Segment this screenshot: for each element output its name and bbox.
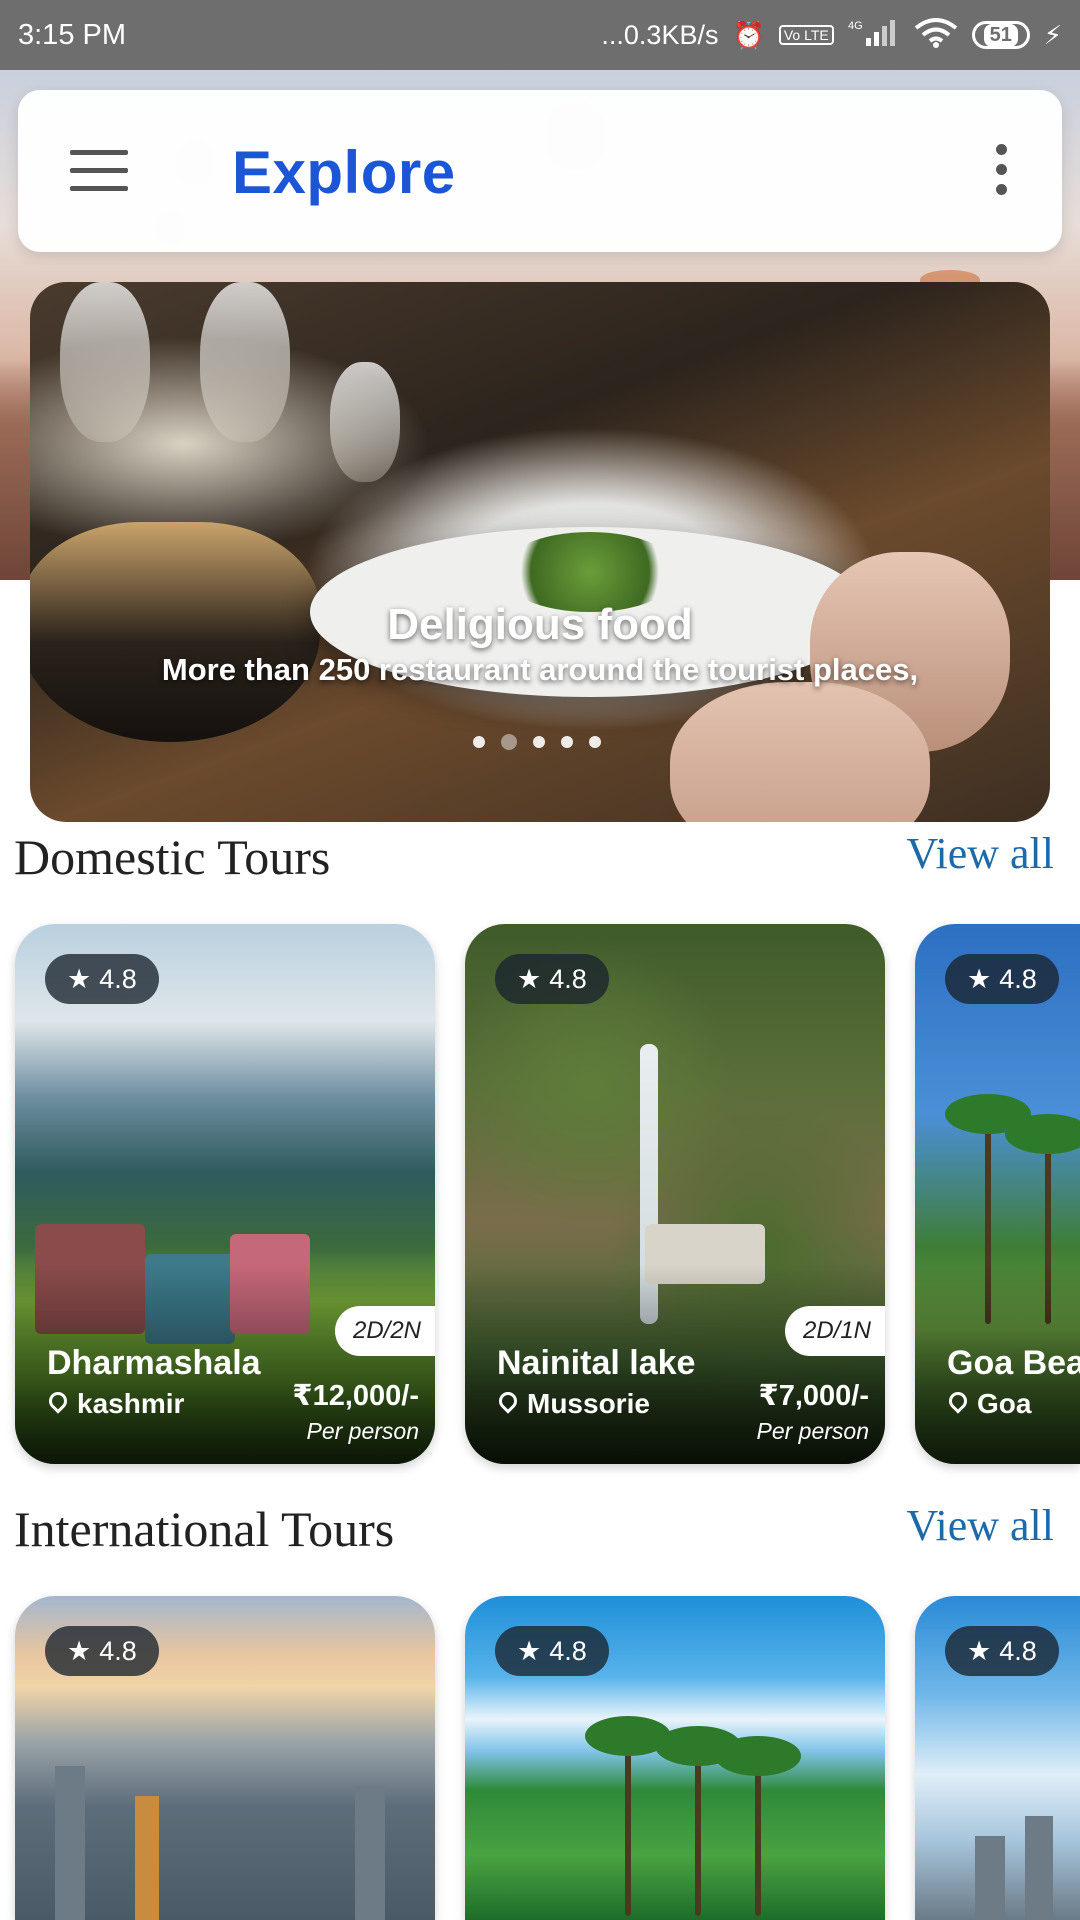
tour-card-goa[interactable]: ★ 4.8 Goa Bea Goa <box>915 924 1080 1464</box>
banner-subtitle: More than 250 restaurant around the tour… <box>161 652 919 687</box>
tour-name: Goa Bea <box>947 1344 1080 1382</box>
volte-icon: Vo LTE <box>778 25 834 45</box>
rating-badge: ★ 4.8 <box>945 954 1059 1004</box>
status-bar: 3:15 PM ...0.3KB/s ⏰ Vo LTE 4G 51 ⚡ <box>0 0 1080 70</box>
building-image <box>975 1836 1005 1920</box>
tour-card-international-1[interactable]: ★ 4.8 <box>15 1596 435 1920</box>
duration-badge: 2D/2N <box>334 1306 435 1356</box>
building-image <box>1025 1816 1053 1920</box>
tour-card-nainital[interactable]: ★ 4.8 2D/1N Nainital lake Mussorie ₹7,000… <box>465 924 885 1464</box>
wine-glass-image <box>60 282 150 442</box>
location-pin-icon <box>495 1388 521 1414</box>
water-glass-image <box>330 362 400 482</box>
alarm-icon: ⏰ <box>732 20 765 50</box>
location-pin-icon <box>945 1388 971 1414</box>
tour-price: ₹12,000/- <box>292 1380 419 1412</box>
banner-title: Deligious food <box>387 600 693 649</box>
tour-price: ₹7,000/- <box>758 1380 869 1412</box>
rating-badge: ★ 4.8 <box>45 1626 159 1676</box>
domestic-tours-title: Domestic Tours <box>14 829 331 885</box>
carousel-dot[interactable] <box>589 736 601 748</box>
star-icon: ★ <box>967 963 992 994</box>
tour-name: Dharmashala <box>47 1344 261 1382</box>
rating-badge: ★ 4.8 <box>45 954 159 1004</box>
palm-tree-image <box>715 1736 801 1916</box>
tour-location: Mussorie <box>495 1388 650 1420</box>
network-type: 4G <box>848 20 863 32</box>
menu-icon[interactable] <box>70 150 128 192</box>
hero-banner[interactable]: Deligious food More than 250 restaurant … <box>30 282 1050 822</box>
domestic-view-all-link[interactable]: View all <box>906 828 1054 879</box>
duration-badge: 2D/1N <box>784 1306 885 1356</box>
carousel-dot[interactable] <box>473 736 485 748</box>
carousel-indicator <box>473 734 601 750</box>
tour-location: Goa <box>945 1388 1031 1420</box>
location-pin-icon <box>45 1388 71 1414</box>
price-unit: Per person <box>756 1418 869 1444</box>
network-speed: ...0.3KB/s <box>601 19 719 50</box>
star-icon: ★ <box>967 1635 992 1666</box>
battery-icon: 51 <box>971 21 1030 49</box>
tour-name: Nainital lake <box>497 1344 696 1382</box>
carousel-dot[interactable] <box>533 736 545 748</box>
international-view-all-link[interactable]: View all <box>906 1500 1054 1551</box>
star-icon: ★ <box>517 963 542 994</box>
star-icon: ★ <box>67 1635 92 1666</box>
charging-icon: ⚡ <box>1043 20 1062 50</box>
wifi-icon <box>914 18 958 52</box>
more-options-icon[interactable] <box>996 144 1010 198</box>
palm-tree-image <box>655 1726 741 1916</box>
tour-card-international-2[interactable]: ★ 4.8 <box>465 1596 885 1920</box>
building-image <box>355 1786 385 1920</box>
carousel-dot-active[interactable] <box>501 734 517 750</box>
wine-glass-image <box>200 282 290 442</box>
app-bar: Explore <box>18 90 1062 252</box>
rating-badge: ★ 4.8 <box>945 1626 1059 1676</box>
palm-tree-image <box>585 1716 671 1916</box>
hand-image <box>670 682 930 822</box>
star-icon: ★ <box>67 963 92 994</box>
tour-card-dharmashala[interactable]: ★ 4.8 2D/2N Dharmashala kashmir ₹12,000/-… <box>15 924 435 1464</box>
page-title: Explore <box>232 139 456 206</box>
building-image <box>135 1796 159 1920</box>
tour-location: kashmir <box>45 1388 184 1420</box>
star-icon: ★ <box>517 1635 542 1666</box>
signal-icon: 4G <box>848 18 900 52</box>
status-time: 3:15 PM <box>18 18 126 51</box>
price-unit: Per person <box>306 1418 419 1444</box>
carousel-dot[interactable] <box>561 736 573 748</box>
tour-card-international-3[interactable]: ★ 4.8 <box>915 1596 1080 1920</box>
status-icons: ...0.3KB/s ⏰ Vo LTE 4G 51 ⚡ <box>601 18 1062 52</box>
international-tours-title: International Tours <box>14 1501 395 1557</box>
rating-badge: ★ 4.8 <box>495 1626 609 1676</box>
building-image <box>55 1766 85 1920</box>
rating-badge: ★ 4.8 <box>495 954 609 1004</box>
